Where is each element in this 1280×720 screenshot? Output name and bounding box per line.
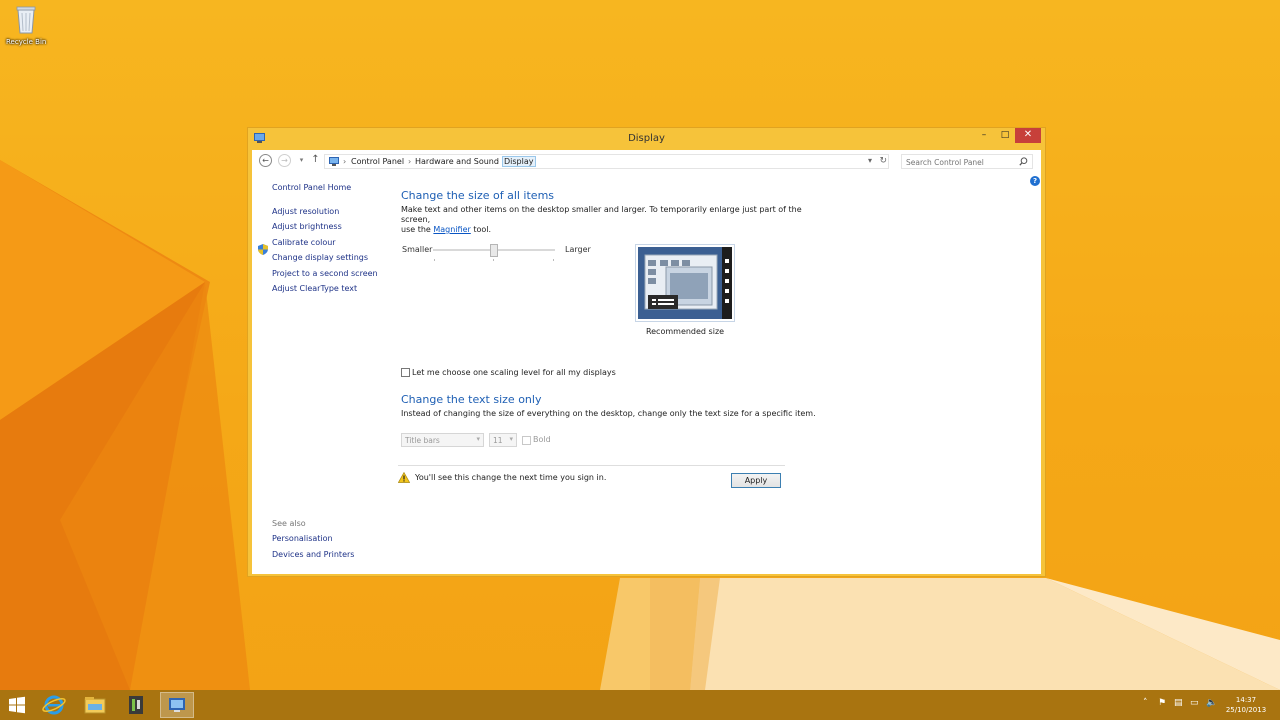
bold-checkbox[interactable] <box>522 436 531 445</box>
adjust-brightness-link[interactable]: Adjust brightness <box>272 222 342 231</box>
display-preview-image <box>638 247 732 319</box>
slider-ticks <box>434 259 554 261</box>
address-bar[interactable]: › Control Panel › Hardware and Sound › D… <box>324 154 889 169</box>
text-size-heading: Change the text size only <box>401 393 542 406</box>
clock-time: 14:37 <box>1235 696 1257 704</box>
recycle-bin-label: Recycle Bin <box>6 38 47 46</box>
control-panel-icon <box>169 698 185 712</box>
app-icon <box>129 696 143 714</box>
start-icon <box>9 696 25 714</box>
description-line1: Make text and other items on the desktop… <box>401 205 802 224</box>
uac-shield-icon <box>258 244 268 255</box>
breadcrumb-display[interactable]: Display <box>502 156 536 167</box>
apply-button[interactable]: Apply <box>731 473 781 488</box>
power-icon[interactable]: ▭ <box>1190 698 1199 708</box>
minimize-button[interactable]: – <box>973 128 995 143</box>
calibrate-colour-link[interactable]: Calibrate colour <box>272 238 336 247</box>
recommended-size-label: Recommended size <box>645 327 725 336</box>
item-select[interactable]: Title bars ▾ <box>401 433 484 447</box>
recommended-size-preview <box>635 244 735 322</box>
breadcrumb-separator: › <box>343 157 347 166</box>
adjust-resolution-link[interactable]: Adjust resolution <box>272 207 339 216</box>
bold-label: Bold <box>533 435 551 444</box>
size-all-items-heading: Change the size of all items <box>401 189 555 202</box>
action-center-flag-icon[interactable]: ⚑ <box>1158 698 1166 708</box>
warning-icon <box>398 472 410 483</box>
up-button[interactable]: ↑ <box>309 154 322 167</box>
breadcrumb-hardware-and-sound[interactable]: Hardware and Sound <box>415 157 499 166</box>
slider-thumb[interactable] <box>490 244 498 257</box>
network-icon[interactable]: ▤ <box>1174 698 1183 708</box>
help-icon[interactable]: ? <box>1030 176 1040 186</box>
divider <box>398 465 785 466</box>
magnifier-link[interactable]: Magnifier <box>433 225 470 234</box>
recycle-bin[interactable]: Recycle Bin <box>6 4 46 46</box>
personalisation-link[interactable]: Personalisation <box>272 534 333 543</box>
breadcrumb-separator: › <box>408 157 412 166</box>
navigation-bar: ← → ▾ ↑ › Control Panel › Hardware and S… <box>252 150 1041 172</box>
recycle-bin-icon <box>15 4 37 34</box>
control-panel-home-link[interactable]: Control Panel Home <box>272 183 351 192</box>
title-bar[interactable]: Display – □ ✕ <box>248 128 1045 150</box>
description-prefix: use the <box>401 225 434 234</box>
close-button[interactable]: ✕ <box>1015 128 1041 143</box>
change-display-settings-link[interactable]: Change display settings <box>272 253 368 262</box>
slider-smaller-label: Smaller <box>402 245 433 254</box>
slider-larger-label: Larger <box>565 245 591 254</box>
warning-message: You'll see this change the next time you… <box>415 473 607 482</box>
maximize-button[interactable]: □ <box>995 128 1015 143</box>
control-panel-taskbar-button[interactable] <box>160 692 194 718</box>
clock[interactable]: 14:37 25/10/2013 <box>1218 695 1274 715</box>
window-title: Display <box>628 133 665 144</box>
see-also-header: See also <box>272 519 306 528</box>
forward-button[interactable]: → <box>278 154 291 167</box>
file-explorer-icon <box>84 697 106 714</box>
scaling-level-label[interactable]: Let me choose one scaling level for all … <box>412 368 616 377</box>
project-to-second-screen-link[interactable]: Project to a second screen <box>272 269 378 278</box>
chevron-down-icon: ▾ <box>476 435 480 443</box>
file-explorer-button[interactable] <box>78 692 112 718</box>
chevron-down-icon: ▾ <box>509 435 513 443</box>
size-all-items-description: Make text and other items on the desktop… <box>401 205 821 235</box>
recent-locations-icon[interactable]: ▾ <box>295 154 308 167</box>
refresh-icon[interactable]: ↻ <box>879 156 887 166</box>
description-suffix: tool. <box>470 225 492 234</box>
breadcrumb-separator: › <box>496 157 500 166</box>
search-box[interactable] <box>901 154 1033 169</box>
devices-and-printers-link[interactable]: Devices and Printers <box>272 550 354 559</box>
internet-explorer-button[interactable] <box>37 692 71 718</box>
app-button[interactable] <box>119 692 153 718</box>
address-dropdown-icon[interactable]: ▾ <box>868 156 872 165</box>
size-select-value: 11 <box>493 436 503 445</box>
taskbar: ˄ ⚑ ▤ ▭ 🔈 14:37 25/10/2013 <box>0 690 1280 720</box>
scaling-level-checkbox[interactable] <box>401 368 410 377</box>
internet-explorer-icon <box>42 695 66 715</box>
breadcrumb-control-panel[interactable]: Control Panel <box>351 157 404 166</box>
start-button[interactable] <box>0 692 34 718</box>
display-window: Display – □ ✕ ← → ▾ ↑ › Control Panel › … <box>247 127 1046 577</box>
volume-icon[interactable]: 🔈 <box>1206 698 1217 708</box>
control-panel-icon <box>329 157 339 166</box>
item-select-value: Title bars <box>405 436 440 445</box>
show-hidden-icons-icon[interactable]: ˄ <box>1143 698 1148 708</box>
clock-date: 25/10/2013 <box>1225 706 1267 714</box>
adjust-cleartype-link[interactable]: Adjust ClearType text <box>272 284 357 293</box>
text-size-description: Instead of changing the size of everythi… <box>401 409 816 418</box>
size-select[interactable]: 11 ▾ <box>489 433 517 447</box>
search-icon[interactable] <box>1019 157 1028 166</box>
back-button[interactable]: ← <box>259 154 272 167</box>
search-input[interactable] <box>906 156 1016 168</box>
